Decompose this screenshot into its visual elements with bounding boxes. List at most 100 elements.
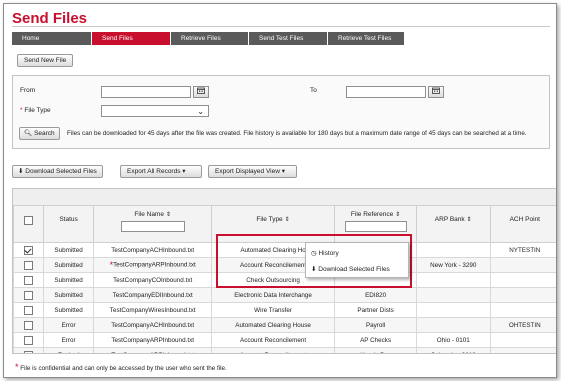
row-checkbox[interactable] (23, 350, 33, 353)
file-type-cell: Account Reconcilement (210, 347, 336, 353)
table-row[interactable]: Error TestCompanyACHInbound.txt Automated … (13, 317, 556, 333)
sort-icon[interactable]: ⇕ (395, 212, 400, 218)
file-name-cell[interactable]: *TestCompanyARPInbound.txt (93, 257, 212, 273)
row-checkbox[interactable] (23, 275, 33, 285)
row-select-cell[interactable] (13, 242, 44, 258)
ach-point-cell (489, 347, 556, 353)
search-button[interactable]: 🔍︎ Search (19, 127, 60, 140)
caret-down-icon: ▾ (182, 168, 186, 175)
row-select-cell[interactable] (13, 257, 44, 273)
column-header-ach-point[interactable]: ACH Point (489, 205, 556, 243)
file-reference-cell: EDI820 (334, 287, 417, 303)
file-reference-filter-input[interactable] (344, 221, 407, 232)
tab-retrieve-test-files[interactable]: Retrieve Test Files (328, 32, 405, 45)
file-type-cell: Account Reconcilement (210, 332, 336, 348)
file-reference-cell: Payroll (334, 317, 417, 333)
arp-bank-cell: Ohio - 0101 (415, 332, 491, 348)
tab-send-test-files[interactable]: Send Test Files (249, 32, 328, 45)
export-displayed-label: Export Displayed View (215, 168, 280, 175)
file-type-select[interactable]: ⌄ (101, 105, 209, 117)
context-menu-history[interactable]: ◷ History (311, 249, 339, 257)
row-checkbox[interactable] (23, 245, 33, 255)
file-name-text: TestCompanyEDIInbound.txt (112, 291, 193, 299)
sort-icon[interactable]: ⇕ (285, 217, 290, 223)
row-checkbox[interactable] (23, 320, 33, 330)
required-marker: * (20, 107, 23, 114)
file-name-cell[interactable]: TestCompanyARPInbound.txt (93, 332, 212, 348)
arp-bank-cell (415, 287, 491, 303)
file-name-cell[interactable]: TestCompanyEDIInbound.txt (93, 287, 212, 303)
caret-down-icon: ▾ (281, 168, 285, 175)
column-header-file-name[interactable]: File Name ⇕ (93, 205, 212, 243)
column-header-arp-bank[interactable]: ARP Bank ⇕ (415, 205, 491, 243)
page-title: Send Files (12, 10, 88, 27)
row-select-cell[interactable] (13, 302, 44, 318)
search-icon: 🔍︎ (24, 130, 33, 137)
to-date-input[interactable] (346, 86, 426, 98)
row-select-cell[interactable] (13, 317, 44, 333)
row-checkbox[interactable] (23, 290, 33, 300)
status-cell: Error (42, 317, 95, 333)
row-select-cell[interactable] (13, 332, 44, 348)
tab-bar: Home Send Files Retrieve Files Send Test… (12, 32, 405, 45)
status-cell: Submitted (42, 287, 95, 303)
file-name-filter-input[interactable] (120, 221, 185, 232)
export-displayed-view-button[interactable]: Export Displayed View ▾ (208, 165, 297, 178)
file-name-cell[interactable]: TestCompanyACHInbound.txt (93, 317, 212, 333)
sort-icon[interactable]: ⇕ (467, 217, 472, 223)
row-select-cell[interactable] (13, 272, 44, 288)
title-divider (12, 26, 550, 27)
status-cell: Submitted (42, 242, 95, 258)
table-row[interactable]: Submitted TestCompanyWiresInbound.txt Wire… (13, 302, 556, 318)
ach-point-cell (489, 302, 556, 318)
chevron-down-icon: ⌄ (197, 107, 204, 116)
column-label: File Type (256, 216, 283, 223)
download-icon: ⬇︎ (18, 168, 24, 175)
row-checkbox[interactable] (23, 260, 33, 270)
row-checkbox[interactable] (23, 335, 33, 345)
table-row[interactable]: Expired TestCompanyARPInbound.txt Account … (13, 347, 556, 354)
arp-bank-cell (415, 242, 491, 258)
table-row[interactable]: Error TestCompanyARPInbound.txt Account Re… (13, 332, 556, 348)
file-type-label-text: File Type (24, 107, 51, 114)
file-name-text: TestCompanyACHInbound.txt (111, 246, 195, 254)
file-name-cell[interactable]: TestCompanyACHInbound.txt (93, 242, 212, 258)
table-row[interactable]: Submitted TestCompanyEDIInbound.txt Electr… (13, 287, 556, 303)
send-new-file-button[interactable]: Send New File (17, 54, 74, 67)
to-label: To (310, 87, 317, 94)
arp-bank-cell (415, 317, 491, 333)
ach-point-cell: OHTESTIN (489, 317, 556, 333)
context-menu-download[interactable]: ⬇︎ Download Selected Files (311, 265, 390, 273)
file-reference-cell: Partner Dists (334, 302, 417, 318)
file-name-text: TestCompanyACHInbound.txt (111, 321, 195, 329)
ach-point-cell: NYTESTIN (489, 242, 556, 258)
to-calendar-icon[interactable] (428, 86, 444, 98)
row-select-cell[interactable] (13, 287, 44, 303)
column-label: File Reference (350, 211, 394, 218)
tab-send-files[interactable]: Send Files (92, 32, 171, 45)
column-label: ARP Bank (434, 216, 465, 223)
status-cell: Submitted (42, 257, 95, 273)
file-name-text: TestCompanyARPInbound.txt (111, 352, 194, 354)
row-checkbox[interactable] (23, 305, 33, 315)
column-label: Status (59, 216, 78, 223)
file-name-cell[interactable]: TestCompanyCOInbound.txt (93, 272, 212, 288)
ach-point-cell (489, 257, 556, 273)
from-date-input[interactable] (101, 86, 191, 98)
export-all-label: Export All Records (127, 168, 181, 175)
file-reference-cell: Hourly Pay (334, 347, 417, 353)
row-select-cell[interactable] (13, 347, 44, 353)
file-name-text: TestCompanyARPInbound.txt (113, 261, 196, 269)
tab-home[interactable]: Home (12, 32, 92, 45)
download-selected-files-button[interactable]: ⬇︎ Download Selected Files (12, 165, 103, 178)
column-header-status[interactable]: Status (42, 205, 95, 243)
file-name-cell[interactable]: TestCompanyWiresInbound.txt (93, 302, 212, 318)
tab-retrieve-files[interactable]: Retrieve Files (171, 32, 249, 45)
search-panel: From To * File Type ⌄ 🔍︎ Search Files ca… (12, 75, 550, 149)
from-calendar-icon[interactable] (193, 86, 209, 98)
search-note: Files can be downloaded for 45 days afte… (67, 130, 527, 137)
sort-icon[interactable]: ⇕ (166, 212, 171, 218)
select-all-checkbox[interactable] (23, 216, 33, 225)
export-all-records-button[interactable]: Export All Records ▾ (120, 165, 202, 178)
file-name-cell[interactable]: TestCompanyARPInbound.txt (93, 347, 212, 354)
